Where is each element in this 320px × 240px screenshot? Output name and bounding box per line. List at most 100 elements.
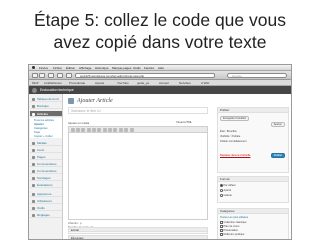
move-to-trash-link[interactable]: Déplacer dans la Corbeille <box>220 154 250 158</box>
publish-button[interactable]: Publier <box>270 153 285 158</box>
category-checkbox[interactable]: Plan de cours <box>220 225 239 229</box>
editor-tabs[interactable]: Visuel HTML <box>176 120 192 124</box>
menu-view[interactable]: Affichage <box>79 66 91 70</box>
sidebar-item-comments-2[interactable]: Commentaires <box>30 168 62 174</box>
search-placeholder: Google <box>232 74 242 78</box>
menu-tools[interactable]: Outils <box>133 66 141 70</box>
site-name[interactable]: Enducation technique <box>40 88 74 92</box>
sidebar-item-posts[interactable]: Articles <box>30 111 62 117</box>
main-content: Ajouter Article Saisissez le titre ici A… <box>64 94 291 239</box>
checkbox-icon <box>220 233 223 236</box>
checkbox-icon <box>220 229 223 232</box>
sidebar-item-users[interactable]: Utilisateurs <box>30 198 62 204</box>
post-content-editor[interactable] <box>68 126 208 220</box>
sidebar-item-dashboard[interactable]: Tableau de bord <box>30 96 62 102</box>
menu-edit[interactable]: Édition <box>66 66 75 70</box>
bold-icon[interactable] <box>71 128 75 132</box>
wordpress-logo-icon[interactable] <box>32 87 37 93</box>
sidebar-subitem[interactable]: Copier + Coller <box>30 134 62 138</box>
sidebar-item-tools[interactable]: Outils <box>30 205 62 211</box>
sidebar-item-label: Commentaires <box>37 162 57 166</box>
bookmark-item[interactable]: LinkRéflexion <box>44 81 62 85</box>
link-icon[interactable] <box>119 128 123 132</box>
appearance-icon <box>32 192 35 196</box>
url-bar[interactable]: wp2125.wordpress.com/wp-admin/post-new.p… <box>75 73 215 78</box>
preview-button[interactable]: Aperçu <box>270 122 285 127</box>
format-option[interactable]: Aparté <box>220 189 231 193</box>
unlink-icon[interactable] <box>124 128 128 132</box>
publish-schedule: Publier immédiatement <box>220 140 247 143</box>
sidebar-item-label: Apparence <box>37 192 52 196</box>
category-label: Présentation <box>223 229 239 232</box>
category-checkbox[interactable]: Présentation <box>220 229 238 233</box>
category-label: Plan de cours <box>223 225 240 228</box>
forward-button[interactable] <box>39 73 45 78</box>
admin-sidebar: Tableau de bord Boutique Articles Tous l… <box>29 94 63 239</box>
upload-media-button[interactable]: Ajouter un média <box>68 121 89 125</box>
more-icon[interactable] <box>130 128 134 132</box>
sidebar-item-settings[interactable]: Réglages <box>30 212 62 218</box>
comments-icon <box>32 162 35 166</box>
store-icon <box>32 104 35 108</box>
bookmark-item[interactable]: A Wiki <box>201 81 209 85</box>
blockquote-icon[interactable] <box>97 128 101 132</box>
menu-bookmarks[interactable]: Marque-pages <box>112 66 131 70</box>
editor-toolbar <box>69 127 207 133</box>
save-draft-button[interactable]: Enregistrer brouillon <box>220 116 250 121</box>
reload-button[interactable] <box>48 73 54 78</box>
bookmark-item[interactable]: MCP <box>32 81 39 85</box>
url-text: wp2125.wordpress.com/wp-admin/post-new.p… <box>80 74 145 78</box>
tags-box-header[interactable]: Étiquettes <box>69 236 207 239</box>
stop-button[interactable] <box>57 73 63 78</box>
bookmark-item[interactable]: YouTube <box>117 81 129 85</box>
category-checkbox[interactable]: Réflexion pratique <box>220 233 244 237</box>
sidebar-item-links[interactable]: Liens <box>30 147 62 153</box>
sidebar-item-polls[interactable]: Sondages <box>30 175 62 181</box>
home-button[interactable] <box>66 73 72 78</box>
categories-tabs[interactable]: Toutes Les plus utilisées <box>220 216 248 220</box>
category-checkbox[interactable]: Collection classique <box>220 221 246 225</box>
bookmark-item[interactable]: Apoule <box>95 81 104 85</box>
browser-screenshot: Firefox Fichier Édition Affichage Histor… <box>28 64 292 240</box>
sidebar-item-label: Utilisateurs <box>37 199 52 203</box>
menu-file[interactable]: Fichier <box>53 66 62 70</box>
align-right-icon[interactable] <box>113 128 117 132</box>
strike-icon[interactable] <box>81 128 85 132</box>
menu-window[interactable]: Fenêtre <box>144 66 154 70</box>
sidebar-item-ratings[interactable]: Évaluations <box>30 182 62 188</box>
slide-title: Étape 5: collez le code que vous avez co… <box>4 9 316 53</box>
radio-icon <box>220 194 223 197</box>
editor-path-bar: Chemin : p Nombre de mots : 0 <box>68 221 208 229</box>
bookmark-item[interactable]: Procédurale <box>69 81 85 85</box>
sidebar-item-media[interactable]: Médias <box>30 140 62 146</box>
back-button[interactable] <box>32 73 38 78</box>
sidebar-item-store[interactable]: Boutique <box>30 103 62 109</box>
settings-icon <box>32 213 35 217</box>
excerpt-box-header[interactable]: Extrait <box>69 228 207 232</box>
align-left-icon[interactable] <box>103 128 107 132</box>
sidebar-item-comments[interactable]: Commentaires <box>30 161 62 167</box>
bookmark-item[interactable]: Netvibes <box>179 81 191 85</box>
posts-page-icon <box>68 98 74 104</box>
sidebar-item-pages[interactable]: Pages <box>30 154 62 160</box>
post-title-placeholder: Saisissez le titre ici <box>71 109 101 113</box>
search-input[interactable]: Google <box>227 73 287 78</box>
bookmark-item[interactable]: guide_po <box>137 81 149 85</box>
format-option[interactable]: Galerie <box>220 194 232 198</box>
post-title-input[interactable]: Saisissez le titre ici <box>68 107 208 114</box>
apple-icon[interactable] <box>32 66 35 69</box>
menu-firefox[interactable]: Firefox <box>39 66 48 70</box>
number-list-icon[interactable] <box>92 128 96 132</box>
menu-history[interactable]: Historique <box>95 66 109 70</box>
format-option[interactable]: Par défaut <box>220 184 235 188</box>
bullet-list-icon[interactable] <box>87 128 91 132</box>
links-icon <box>32 148 35 152</box>
sidebar-item-label: Outils <box>37 206 45 210</box>
sidebar-item-appearance[interactable]: Apparence <box>30 191 62 197</box>
bookmark-item[interactable]: Accueil <box>159 81 169 85</box>
radio-selected-icon <box>220 184 223 187</box>
sidebar-item-label: Évaluations <box>37 183 53 187</box>
align-center-icon[interactable] <box>108 128 112 132</box>
menu-help[interactable]: Aide <box>158 66 164 70</box>
italic-icon[interactable] <box>76 128 80 132</box>
